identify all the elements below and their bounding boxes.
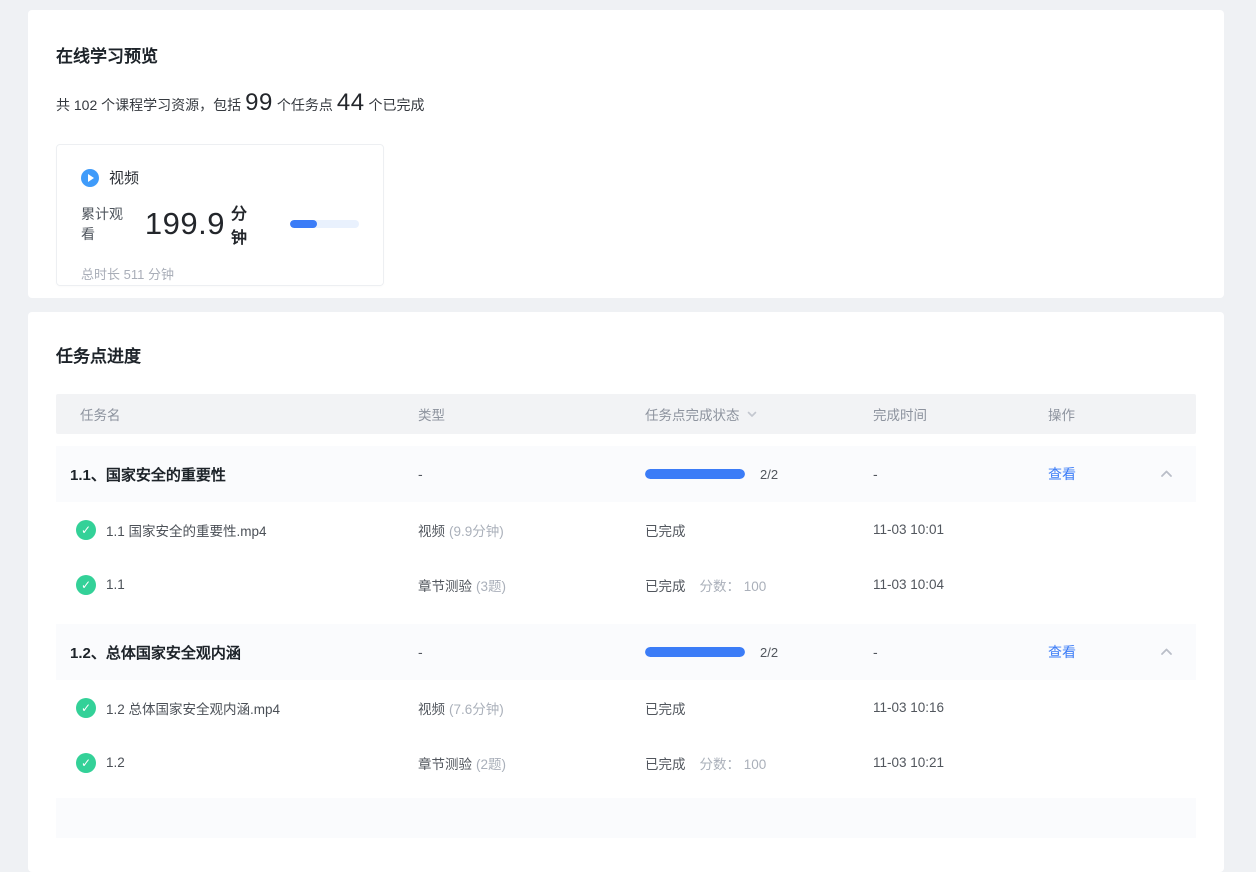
task-type: 视频(9.9分钟) <box>418 520 645 540</box>
table-row-group[interactable]: 1.2、总体国家安全观内涵 - 2/2 - 查看 <box>56 624 1196 680</box>
task-type: 章节测验(2题) <box>418 753 645 773</box>
overview-card: 在线学习预览 共 102 个课程学习资源，包括 99 个任务点 44 个已完成 … <box>28 10 1224 298</box>
task-type: 视频(7.6分钟) <box>418 698 645 718</box>
video-progress-fill <box>290 220 317 228</box>
view-link[interactable]: 查看 <box>1048 644 1076 660</box>
overview-title: 在线学习预览 <box>56 42 1196 67</box>
column-header-status-label: 任务点完成状态 <box>645 404 740 424</box>
group-progress: 2/2 <box>645 467 873 482</box>
task-status: 已完成 <box>645 520 873 540</box>
group-type: - <box>418 466 645 482</box>
watched-value: 199.9 <box>145 206 225 242</box>
summary-prefix: 共 102 个课程学习资源，包括 <box>56 95 241 115</box>
task-score: 分数： 100 <box>700 753 767 773</box>
column-header-action: 操作 <box>1048 404 1196 424</box>
tasks-table: 任务名 类型 任务点完成状态 完成时间 操作 1.1、国家安全的重要性 - <box>56 394 1196 838</box>
chevron-up-icon[interactable] <box>1159 467 1174 481</box>
task-name: 1.2 <box>106 755 125 770</box>
task-points-count: 99 <box>245 89 273 117</box>
group-progress-fill <box>645 647 745 657</box>
task-type: 章节测验(3题) <box>418 575 645 595</box>
group-progress: 2/2 <box>645 645 873 660</box>
task-time: 11-03 10:16 <box>873 700 1048 715</box>
tasks-title: 任务点进度 <box>56 342 1196 367</box>
task-time: 11-03 10:04 <box>873 577 1048 592</box>
group-name: 1.1、国家安全的重要性 <box>56 464 418 485</box>
chevron-up-icon[interactable] <box>1159 645 1174 659</box>
task-status: 已完成分数： 100 <box>645 575 873 595</box>
check-circle-icon: ✓ <box>76 698 96 718</box>
check-circle-icon: ✓ <box>76 753 96 773</box>
task-name: 1.1 <box>106 577 125 592</box>
watched-label: 累计观看 <box>81 204 135 244</box>
task-status: 已完成 <box>645 698 873 718</box>
column-header-status-filter[interactable]: 任务点完成状态 <box>645 404 873 424</box>
group-progress-bar <box>645 647 745 657</box>
task-status: 已完成分数： 100 <box>645 753 873 773</box>
column-header-type: 类型 <box>418 404 645 424</box>
video-watched-row: 累计观看 199.9 分钟 <box>81 200 359 248</box>
table-row-group-partial[interactable] <box>56 798 1196 838</box>
check-circle-icon: ✓ <box>76 575 96 595</box>
view-link[interactable]: 查看 <box>1048 466 1076 482</box>
video-stat-card: 视频 累计观看 199.9 分钟 总时长 511 分钟 <box>56 144 384 286</box>
column-header-task-name: 任务名 <box>56 404 418 424</box>
video-card-header: 视频 <box>81 167 359 188</box>
task-time: 11-03 10:01 <box>873 522 1048 537</box>
group-progress-count: 2/2 <box>760 645 778 660</box>
table-row: ✓ 1.2 章节测验(2题) 已完成分数： 100 11-03 10:21 <box>56 735 1196 790</box>
group-type: - <box>418 644 645 660</box>
overview-summary: 共 102 个课程学习资源，包括 99 个任务点 44 个已完成 <box>56 89 1196 117</box>
task-group-section: 1.2、总体国家安全观内涵 - 2/2 - 查看 <box>56 624 1196 790</box>
task-score: 分数： 100 <box>700 575 767 595</box>
video-play-icon <box>81 169 99 187</box>
completed-count: 44 <box>337 89 365 117</box>
tasks-card: 任务点进度 任务名 类型 任务点完成状态 完成时间 操作 1.1、国家安全的重要… <box>28 312 1224 872</box>
task-points-label: 个任务点 <box>277 95 333 115</box>
column-header-time: 完成时间 <box>873 404 1048 424</box>
video-progress-bar <box>290 220 359 228</box>
group-progress-count: 2/2 <box>760 467 778 482</box>
chevron-down-icon <box>746 408 758 420</box>
table-row-group[interactable]: 1.1、国家安全的重要性 - 2/2 - 查看 <box>56 446 1196 502</box>
group-time: - <box>873 644 1048 660</box>
watched-unit: 分钟 <box>231 200 262 248</box>
video-card-label: 视频 <box>109 167 139 188</box>
task-group-section: 1.1、国家安全的重要性 - 2/2 - 查看 <box>56 446 1196 612</box>
table-header: 任务名 类型 任务点完成状态 完成时间 操作 <box>56 394 1196 434</box>
group-name: 1.2、总体国家安全观内涵 <box>56 642 418 663</box>
check-circle-icon: ✓ <box>76 520 96 540</box>
completed-label: 个已完成 <box>369 95 425 115</box>
table-row: ✓ 1.1 国家安全的重要性.mp4 视频(9.9分钟) 已完成 11-03 1… <box>56 502 1196 557</box>
table-row: ✓ 1.1 章节测验(3题) 已完成分数： 100 11-03 10:04 <box>56 557 1196 612</box>
table-row: ✓ 1.2 总体国家安全观内涵.mp4 视频(7.6分钟) 已完成 11-03 … <box>56 680 1196 735</box>
group-time: - <box>873 466 1048 482</box>
task-name: 1.1 国家安全的重要性.mp4 <box>106 520 267 540</box>
group-progress-bar <box>645 469 745 479</box>
group-progress-fill <box>645 469 745 479</box>
total-duration-label: 总时长 511 分钟 <box>81 264 359 283</box>
task-time: 11-03 10:21 <box>873 755 1048 770</box>
task-name: 1.2 总体国家安全观内涵.mp4 <box>106 698 280 718</box>
